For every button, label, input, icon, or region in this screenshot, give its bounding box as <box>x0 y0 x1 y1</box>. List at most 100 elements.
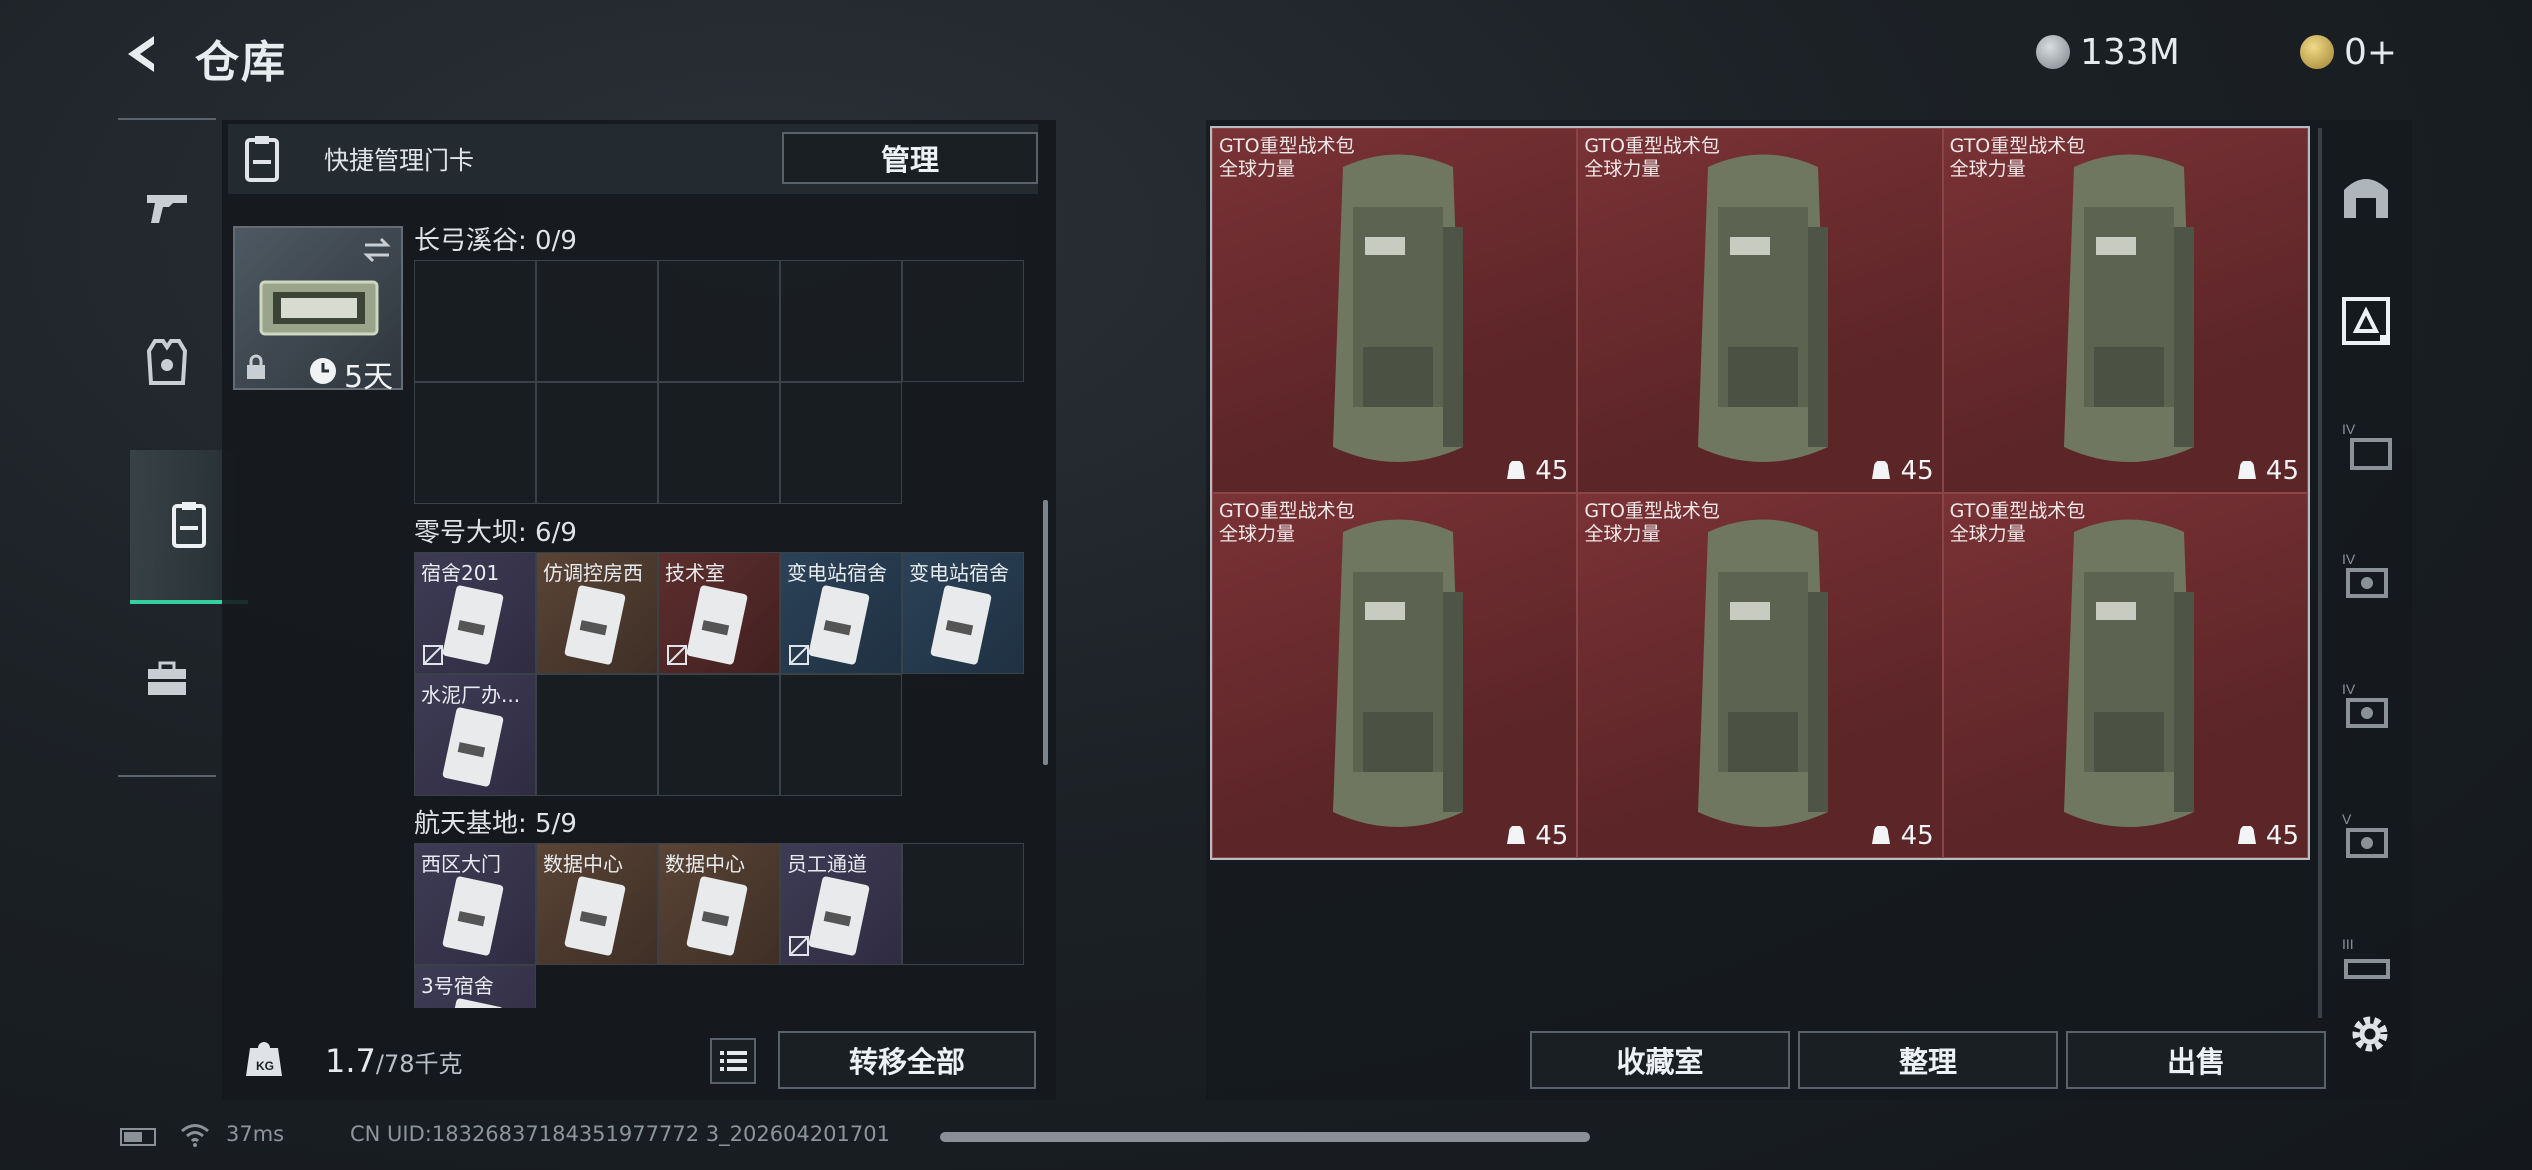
keycard-item[interactable]: 仿调控房西 <box>536 552 658 674</box>
capacity-icon <box>2237 461 2256 479</box>
quick-manage-header: 快捷管理门卡 管理 <box>228 124 1038 194</box>
empty-slot[interactable] <box>902 843 1024 965</box>
home-indicator[interactable] <box>940 1132 1590 1142</box>
zone-grid-clip: 西区大门 数据中心 数据中心 员工通道 3号宿舍 <box>414 843 1024 1008</box>
settings-icon[interactable] <box>2346 1010 2394 1058</box>
tier-iii-storage-icon[interactable]: III <box>2338 933 2394 989</box>
empty-slot[interactable] <box>902 260 1024 382</box>
keycard-image <box>686 585 748 665</box>
manage-button[interactable]: 管理 <box>782 132 1038 184</box>
gold-currency[interactable]: 0+ <box>2300 28 2397 76</box>
no-card-icon <box>423 645 443 665</box>
stash-item[interactable]: GTO重型战术包 全球力量 45 <box>1212 493 1578 858</box>
silver-coin-icon <box>2036 35 2070 69</box>
keycard-item[interactable]: 员工通道 <box>780 843 902 965</box>
tier-iv-storage-icon[interactable]: IV <box>2338 418 2394 474</box>
weight-icon: KG <box>246 1042 282 1076</box>
vault-icon[interactable] <box>2338 168 2394 224</box>
keycard-item[interactable]: 变电站宿舍 <box>780 552 902 674</box>
item-subtitle: 全球力量 <box>1219 523 1296 545</box>
keycard-item[interactable]: 3号宿舍 <box>414 965 536 1008</box>
nav-supplies[interactable] <box>130 642 204 716</box>
user-uid: CN UID:18326837184351977772 3_2026042017… <box>350 1122 890 1146</box>
item-count: 45 <box>2265 456 2299 486</box>
keycard-image <box>686 876 748 956</box>
zone-grid-dam: 宿舍201 仿调控房西 技术室 变电站宿舍 变电站宿舍 水泥厂办... <box>414 552 1024 796</box>
tier-v-storage-icon[interactable] <box>2338 293 2394 349</box>
quick-manage-title: 快捷管理门卡 <box>324 146 475 175</box>
keycard-case-image <box>259 280 379 336</box>
no-card-icon <box>667 645 687 665</box>
keycard-item[interactable]: 宿舍201 <box>414 552 536 674</box>
transfer-all-button[interactable]: 转移全部 <box>778 1031 1036 1089</box>
empty-slot[interactable] <box>780 674 902 796</box>
battery-icon <box>120 1128 156 1146</box>
item-subtitle: 全球力量 <box>1584 158 1661 180</box>
keycard-name: 仿调控房西 <box>543 561 643 585</box>
empty-slot[interactable] <box>536 260 658 382</box>
svg-text:IV: IV <box>2342 681 2356 697</box>
keycard-image <box>442 998 504 1008</box>
sell-button[interactable]: 出售 <box>2066 1031 2326 1089</box>
nav-weapons[interactable] <box>130 170 204 244</box>
zone-grid-spacebase: 西区大门 数据中心 数据中心 员工通道 3号宿舍 <box>414 843 1024 1008</box>
keycard-name: 变电站宿舍 <box>787 561 887 585</box>
weight-max: /78千克 <box>375 1050 463 1078</box>
keycard-name: 技术室 <box>665 561 725 585</box>
stash-item[interactable]: GTO重型战术包 全球力量 45 <box>1577 128 1943 493</box>
tier-iv-camera-icon[interactable]: IV <box>2338 678 2394 734</box>
empty-slot[interactable] <box>414 260 536 382</box>
nav-equipment[interactable] <box>130 325 204 399</box>
keycard-icon <box>245 136 279 182</box>
list-view-button[interactable] <box>710 1038 756 1084</box>
empty-slot[interactable] <box>536 674 658 796</box>
tier-v-camera-icon[interactable]: V <box>2338 808 2394 864</box>
empty-slot[interactable] <box>780 260 902 382</box>
organize-button[interactable]: 整理 <box>1798 1031 2058 1089</box>
backpack-image <box>1333 519 1463 827</box>
keycard-scrollbar[interactable] <box>1043 500 1048 765</box>
backpack-image <box>2063 154 2194 462</box>
keycard-item[interactable]: 西区大门 <box>414 843 536 965</box>
stash-item[interactable]: GTO重型战术包 全球力量 45 <box>1577 493 1943 858</box>
keycard-name: 宿舍201 <box>421 561 500 585</box>
tier-iv-camera-icon[interactable]: IV <box>2338 548 2394 604</box>
gold-amount: 0+ <box>2344 31 2398 73</box>
zone-label: 零号大坝: 6/9 <box>414 518 577 548</box>
page-title: 仓库 <box>195 37 287 88</box>
stash-grid: GTO重型战术包 全球力量 45 GTO重型战术包 全球力量 45 GTO重型战术包… <box>1210 126 2310 860</box>
weight-current: 1.7 <box>325 1042 376 1080</box>
keycard-item[interactable]: 技术室 <box>658 552 780 674</box>
keycard-image <box>442 585 504 665</box>
zone-label: 航天基地: 5/9 <box>414 809 577 839</box>
pistol-icon <box>147 195 187 223</box>
zone-label: 长弓溪谷: 0/9 <box>414 226 577 256</box>
stash-item[interactable]: GTO重型战术包 全球力量 45 <box>1942 128 2308 493</box>
keycard-name: 数据中心 <box>665 852 745 876</box>
empty-slot[interactable] <box>780 382 902 504</box>
backpack-image <box>1698 154 1829 462</box>
empty-slot[interactable] <box>658 260 780 382</box>
keycard-item[interactable]: 数据中心 <box>658 843 780 965</box>
stash-item[interactable]: GTO重型战术包 全球力量 45 <box>1942 493 2308 858</box>
capacity-icon <box>1872 826 1891 844</box>
lock-icon <box>247 354 265 379</box>
capacity-icon <box>2237 826 2256 844</box>
empty-slot[interactable] <box>536 382 658 504</box>
empty-slot[interactable] <box>414 382 536 504</box>
backpack-image <box>1333 154 1463 462</box>
swap-icon[interactable] <box>361 236 393 264</box>
keycard-icon <box>172 502 206 548</box>
keycard-item[interactable]: 数据中心 <box>536 843 658 965</box>
gold-coin-icon <box>2300 35 2334 69</box>
empty-slot[interactable] <box>658 382 780 504</box>
back-icon[interactable] <box>118 30 166 78</box>
keycard-image <box>564 876 626 956</box>
keycard-item[interactable]: 水泥厂办... <box>414 674 536 796</box>
keycard-item[interactable]: 变电站宿舍 <box>902 552 1024 674</box>
clock-icon <box>310 358 336 384</box>
no-card-icon <box>789 645 809 665</box>
stash-item[interactable]: GTO重型战术包 全球力量 45 <box>1212 128 1578 493</box>
collection-room-button[interactable]: 收藏室 <box>1530 1031 1790 1089</box>
empty-slot[interactable] <box>658 674 780 796</box>
